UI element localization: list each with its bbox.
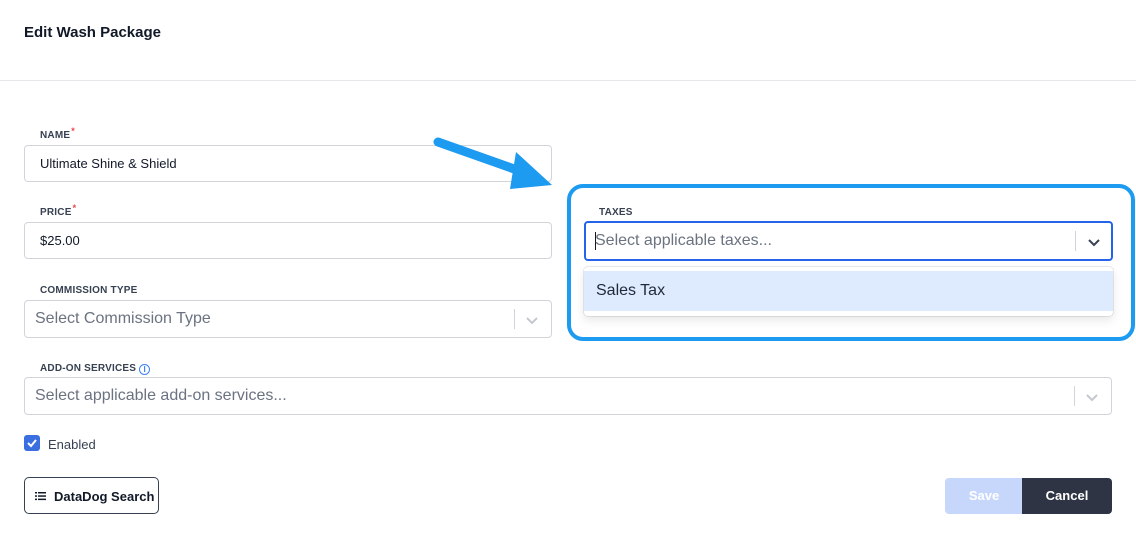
datadog-search-label: DataDog Search <box>54 489 155 504</box>
dialog-title: Edit Wash Package <box>24 24 161 41</box>
cancel-button[interactable]: Cancel <box>1022 478 1112 514</box>
required-mark: * <box>72 203 77 213</box>
enabled-label: Enabled <box>48 437 96 452</box>
price-label: PRICE* <box>40 203 77 218</box>
taxes-label: TAXES <box>599 207 633 218</box>
list-icon <box>35 492 46 501</box>
annotation-highlight-box <box>567 184 1135 341</box>
taxes-placeholder: Select applicable taxes... <box>595 232 772 249</box>
select-separator <box>514 309 515 329</box>
info-icon[interactable]: i <box>139 364 151 375</box>
dialog-header: Edit Wash Package <box>0 0 1136 81</box>
taxes-select[interactable]: Select applicable taxes... <box>584 221 1113 261</box>
add-on-services-label: ADD-ON SERVICES i <box>40 363 151 375</box>
select-separator <box>1074 386 1075 406</box>
price-field[interactable]: $25.00 <box>24 222 552 259</box>
required-mark: * <box>71 126 75 136</box>
chevron-down-icon[interactable] <box>1084 389 1100 405</box>
commission-type-label: COMMISSION TYPE <box>40 285 138 296</box>
checkmark-icon <box>27 439 37 448</box>
save-button[interactable]: Save <box>945 478 1023 514</box>
chevron-down-icon[interactable] <box>524 312 540 328</box>
annotation-arrow-icon <box>433 137 552 189</box>
enabled-checkbox[interactable] <box>24 435 40 451</box>
dropdown-option-sales-tax[interactable]: Sales Tax <box>584 271 1113 311</box>
taxes-dropdown-menu: Sales Tax <box>584 267 1113 316</box>
datadog-search-button[interactable]: DataDog Search <box>24 477 159 514</box>
add-on-services-select[interactable]: Select applicable add-on services... <box>24 377 1112 415</box>
chevron-down-icon[interactable] <box>1086 234 1102 250</box>
commission-type-select[interactable]: Select Commission Type <box>24 300 552 338</box>
commission-type-placeholder: Select Commission Type <box>35 310 211 327</box>
add-on-services-placeholder: Select applicable add-on services... <box>35 387 287 404</box>
select-separator <box>1075 231 1076 251</box>
name-label: NAME* <box>40 126 75 141</box>
